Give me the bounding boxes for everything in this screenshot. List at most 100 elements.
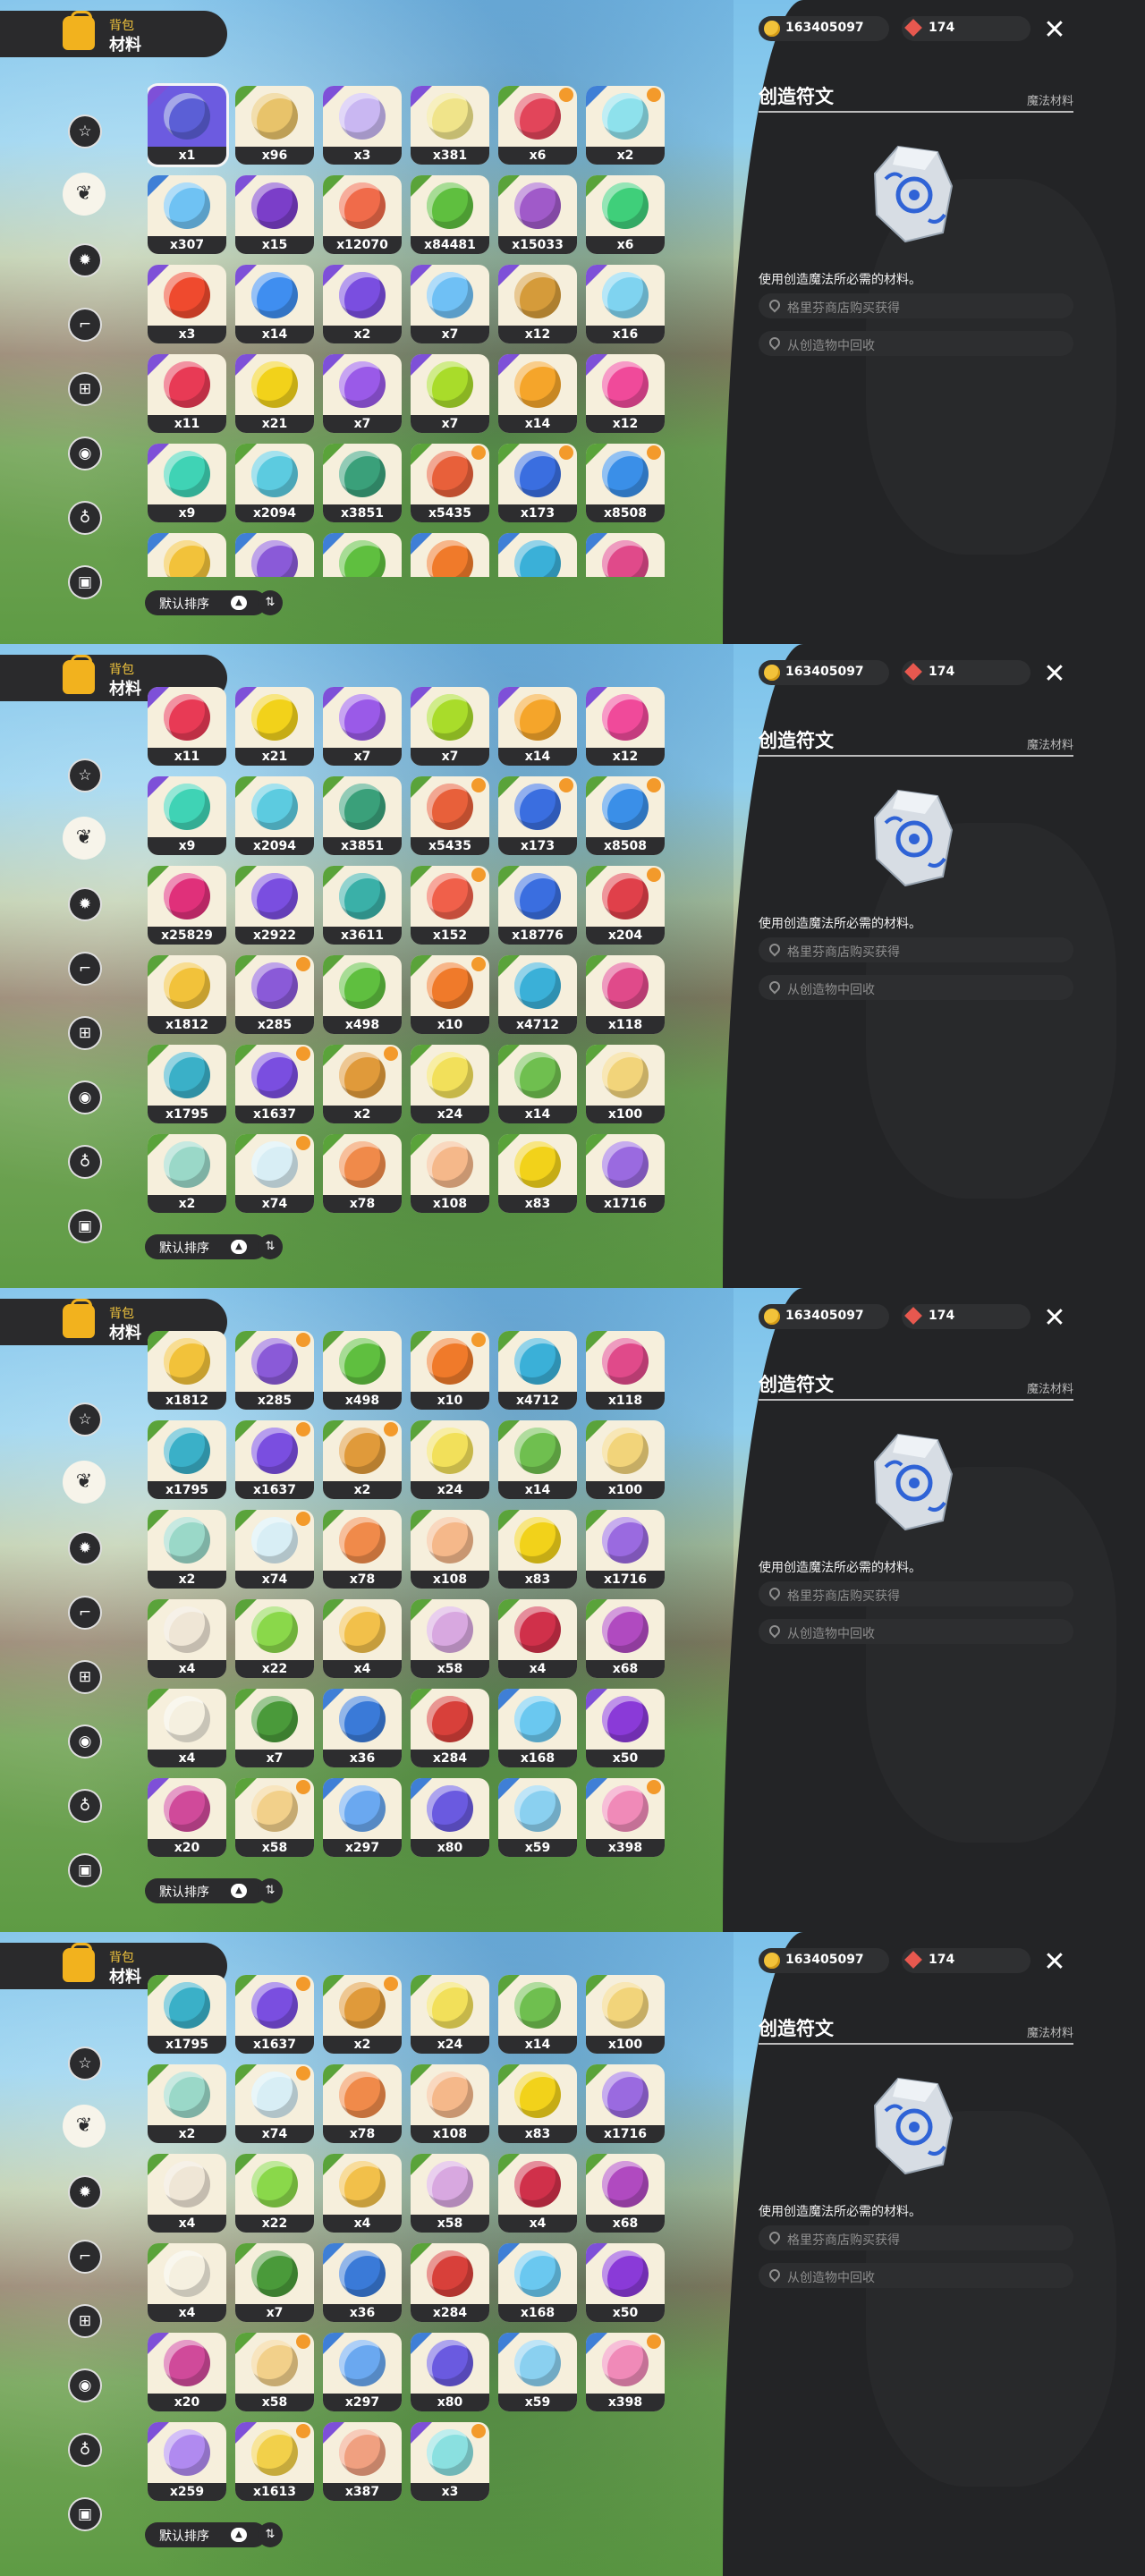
item-slot[interactable]: x18776 <box>498 866 577 945</box>
category-tab-3[interactable]: ✹ <box>68 243 102 277</box>
item-slot[interactable]: x24 <box>411 1045 489 1123</box>
item-slot[interactable]: x58 <box>411 2154 489 2233</box>
item-slot[interactable]: x15033 <box>498 175 577 254</box>
item-slot[interactable]: x4 <box>498 2154 577 2233</box>
item-slot[interactable]: x100 <box>586 1975 665 2054</box>
item-slot[interactable]: x7 <box>323 354 402 433</box>
item-slot[interactable]: x108 <box>411 2064 489 2143</box>
item-slot[interactable]: x58 <box>411 1599 489 1678</box>
sort-dropdown[interactable]: 默认排序 ▲ <box>145 2522 267 2547</box>
item-slot[interactable]: x307 <box>148 175 226 254</box>
item-slot[interactable]: x2 <box>586 86 665 165</box>
item-slot[interactable]: x9 <box>148 776 226 855</box>
category-tab-6[interactable]: ◉ <box>68 2368 102 2402</box>
item-slot[interactable]: x7 <box>235 2243 314 2322</box>
item-slot[interactable]: x22 <box>235 2154 314 2233</box>
source-shop[interactable]: 格里芬商店购买获得 <box>759 293 1073 318</box>
item-slot[interactable]: x5435 <box>411 776 489 855</box>
item-slot[interactable]: x11 <box>148 354 226 433</box>
item-slot[interactable]: x387 <box>323 2422 402 2501</box>
item-slot[interactable]: x381 <box>411 86 489 165</box>
item-slot[interactable]: x3 <box>148 265 226 343</box>
item-slot[interactable]: x498 <box>323 1331 402 1410</box>
item-slot[interactable]: x6 <box>498 86 577 165</box>
category-tab-2[interactable]: ❦ <box>63 2105 106 2148</box>
item-slot[interactable]: x10 <box>411 1331 489 1410</box>
item-slot[interactable]: x7 <box>411 687 489 766</box>
item-slot[interactable]: x4 <box>148 2243 226 2322</box>
item-slot[interactable]: x152 <box>411 866 489 945</box>
item-slot[interactable]: x83 <box>498 1510 577 1589</box>
item-slot[interactable]: x1716 <box>586 1510 665 1589</box>
category-tab-1[interactable]: ☆ <box>68 758 102 792</box>
item-slot[interactable]: x74 <box>235 1134 314 1213</box>
item-slot[interactable]: x7 <box>235 1689 314 1767</box>
item-slot[interactable]: x20 <box>148 1778 226 1857</box>
close-button[interactable]: ✕ <box>1040 1304 1069 1333</box>
item-slot[interactable]: x36 <box>323 2243 402 2322</box>
item-slot[interactable]: x1795 <box>148 1420 226 1499</box>
item-slot[interactable]: x21 <box>235 354 314 433</box>
close-button[interactable]: ✕ <box>1040 660 1069 689</box>
close-button[interactable]: ✕ <box>1040 1948 1069 1977</box>
item-slot[interactable]: x1 <box>148 83 229 167</box>
item-slot[interactable]: x74 <box>235 1510 314 1589</box>
item-slot[interactable]: x68 <box>586 1599 665 1678</box>
category-tab-7[interactable]: ♁ <box>68 1145 102 1179</box>
sort-dropdown[interactable]: 默认排序 ▲ <box>145 1234 267 1259</box>
category-tab-8[interactable]: ▣ <box>68 1209 102 1243</box>
item-slot[interactable]: x284 <box>411 1689 489 1767</box>
item-slot[interactable]: x1637 <box>235 1420 314 1499</box>
item-slot[interactable]: x118 <box>586 955 665 1034</box>
category-tab-8[interactable]: ▣ <box>68 565 102 599</box>
item-slot[interactable]: x16 <box>586 265 665 343</box>
category-tab-4[interactable]: ⌐ <box>68 2240 102 2274</box>
item-slot[interactable]: x84481 <box>411 175 489 254</box>
category-tab-2[interactable]: ❦ <box>63 1461 106 1504</box>
item-slot[interactable]: x498 <box>323 955 402 1034</box>
category-tab-3[interactable]: ✹ <box>68 887 102 921</box>
source-recycle[interactable]: 从创造物中回收 <box>759 1619 1073 1644</box>
sort-dropdown[interactable]: 默认排序 ▲ <box>145 1878 267 1903</box>
item-slot[interactable]: x173 <box>498 776 577 855</box>
item-slot[interactable]: x285 <box>235 1331 314 1410</box>
source-recycle[interactable]: 从创造物中回收 <box>759 975 1073 1000</box>
item-slot[interactable]: x2 <box>323 265 402 343</box>
item-slot[interactable]: x12 <box>586 354 665 433</box>
item-slot[interactable]: x173 <box>498 444 577 522</box>
item-slot[interactable]: x1613 <box>235 2422 314 2501</box>
item-slot[interactable]: x83 <box>498 2064 577 2143</box>
item-slot[interactable]: x168 <box>498 1689 577 1767</box>
category-tab-2[interactable]: ❦ <box>63 173 106 216</box>
item-slot[interactable]: x59 <box>498 2333 577 2411</box>
item-slot[interactable] <box>498 533 577 577</box>
item-slot[interactable]: x36 <box>323 1689 402 1767</box>
item-slot[interactable]: x3851 <box>323 444 402 522</box>
category-tab-5[interactable]: ⊞ <box>68 1660 102 1694</box>
item-slot[interactable]: x2922 <box>235 866 314 945</box>
item-slot[interactable]: x78 <box>323 1134 402 1213</box>
item-slot[interactable]: x398 <box>586 2333 665 2411</box>
item-slot[interactable]: x2 <box>148 1134 226 1213</box>
item-slot[interactable]: x24 <box>411 1975 489 2054</box>
item-slot[interactable]: x3851 <box>323 776 402 855</box>
category-tab-5[interactable]: ⊞ <box>68 372 102 406</box>
category-tab-6[interactable]: ◉ <box>68 1080 102 1114</box>
source-shop[interactable]: 格里芬商店购买获得 <box>759 937 1073 962</box>
category-tab-4[interactable]: ⌐ <box>68 952 102 986</box>
item-slot[interactable]: x2 <box>323 1045 402 1123</box>
item-slot[interactable]: x14 <box>498 354 577 433</box>
item-slot[interactable]: x14 <box>498 687 577 766</box>
item-slot[interactable]: x58 <box>235 1778 314 1857</box>
item-slot[interactable]: x12 <box>498 265 577 343</box>
category-tab-7[interactable]: ♁ <box>68 2433 102 2467</box>
item-slot[interactable]: x2 <box>323 1975 402 2054</box>
item-slot[interactable]: x12 <box>586 687 665 766</box>
source-shop[interactable]: 格里芬商店购买获得 <box>759 1581 1073 1606</box>
item-slot[interactable]: x3 <box>323 86 402 165</box>
item-slot[interactable]: x1812 <box>148 1331 226 1410</box>
item-slot[interactable]: x80 <box>411 2333 489 2411</box>
item-slot[interactable]: x83 <box>498 1134 577 1213</box>
item-slot[interactable]: x4 <box>323 2154 402 2233</box>
item-slot[interactable]: x6 <box>586 175 665 254</box>
